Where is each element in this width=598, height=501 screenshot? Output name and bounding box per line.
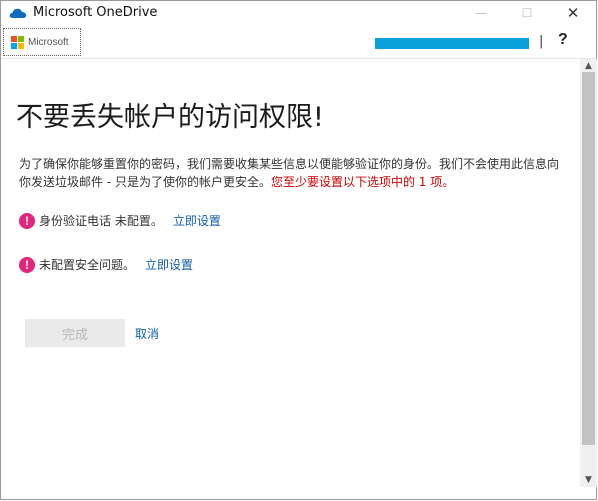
- setup-now-link-phone[interactable]: 立即设置: [173, 212, 221, 229]
- requirement-note: 您至少要设置以下选项中的 1 项。: [270, 175, 455, 189]
- alert-text: 身份验证电话 未配置。: [39, 214, 163, 228]
- description-text: 为了确保你能够重置你的密码，我们需要收集某些信息以便能够验证你的身份。我们不会使…: [19, 155, 559, 191]
- scroll-down-arrow-icon[interactable]: ▼: [580, 473, 597, 487]
- window-title: Microsoft OneDrive: [33, 5, 158, 20]
- title-bar[interactable]: Microsoft OneDrive — ☐ ✕: [1, 1, 596, 25]
- microsoft-logo-label: Microsoft: [28, 36, 69, 48]
- cancel-link[interactable]: 取消: [135, 325, 159, 342]
- alert-text: 未配置安全问题。: [39, 258, 136, 272]
- setup-now-link-security[interactable]: 立即设置: [145, 256, 193, 273]
- toolbar-separator: |: [539, 34, 544, 49]
- exclamation-icon: !: [19, 256, 35, 273]
- done-button[interactable]: 完成: [25, 319, 125, 347]
- maximize-button[interactable]: ☐: [504, 1, 550, 25]
- alert-security-question: ! 未配置安全问题。 立即设置: [19, 256, 193, 273]
- vertical-scrollbar[interactable]: ▲ ▼: [580, 59, 597, 487]
- account-name-redacted[interactable]: [375, 38, 529, 49]
- onedrive-cloud-icon: [9, 8, 27, 18]
- help-button[interactable]: ?: [558, 31, 568, 49]
- minimize-button[interactable]: —: [458, 1, 504, 25]
- microsoft-logo-icon: [11, 35, 24, 49]
- microsoft-logo-button[interactable]: Microsoft: [3, 28, 81, 56]
- alert-phone: ! 身份验证电话 未配置。 立即设置: [19, 212, 221, 229]
- scrollbar-thumb[interactable]: [582, 72, 595, 445]
- close-button[interactable]: ✕: [550, 1, 596, 25]
- main-content: 不要丢失帐户的访问权限! 为了确保你能够重置你的密码，我们需要收集某些信息以便能…: [1, 59, 580, 501]
- onedrive-window: Microsoft OneDrive — ☐ ✕ Microsoft | ? 不…: [0, 0, 597, 500]
- scroll-up-arrow-icon[interactable]: ▲: [580, 59, 597, 73]
- exclamation-icon: !: [19, 212, 35, 229]
- page-title: 不要丢失帐户的访问权限!: [16, 102, 324, 133]
